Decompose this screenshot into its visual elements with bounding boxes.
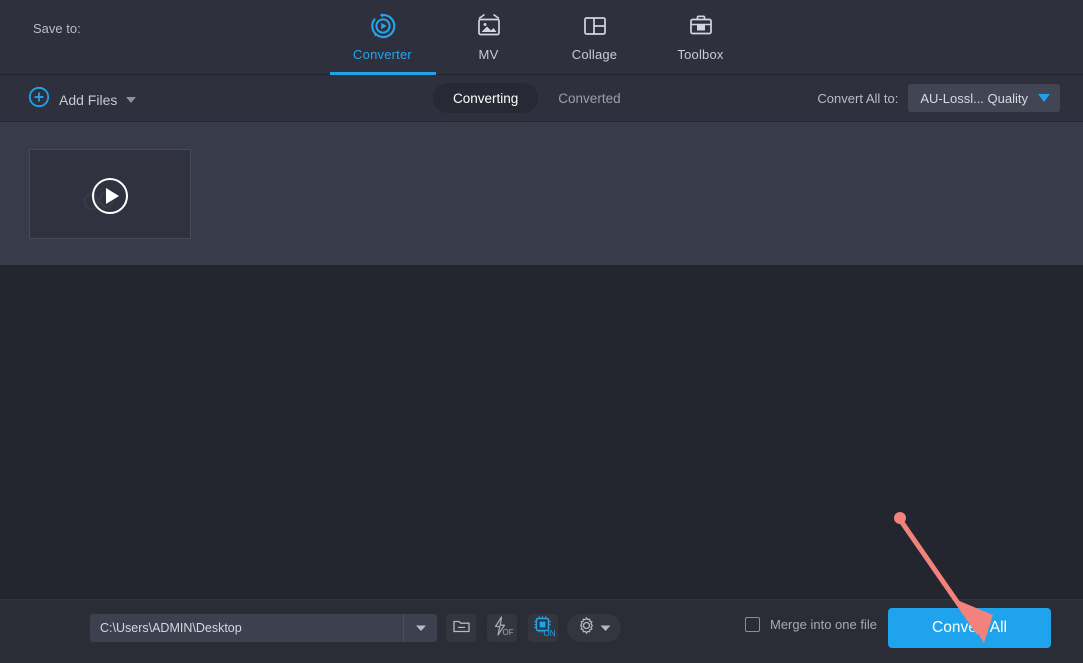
play-triangle-icon [105,188,119,204]
nav-items: Converter MV Collage Toolbox [0,0,1083,75]
save-path-input[interactable] [90,621,403,635]
status-tabs: Converting Converted [433,83,641,113]
chevron-down-icon[interactable] [126,96,137,103]
file-item-card: ∞ Source: sample3.au i AU | 00:01:45 | [0,122,1083,364]
add-files-label: Add Files [59,91,118,108]
convert-all-button[interactable]: Convert All [888,608,1051,648]
action-toolbar: Add Files Converting Converted Convert A… [0,75,1083,122]
cpu-chip-on-icon: ON [531,615,556,642]
quality-format-dropdown[interactable]: AU-Lossl... Quality [908,84,1060,112]
merge-checkbox[interactable] [745,617,760,632]
save-path-dropdown[interactable] [403,614,437,642]
gear-icon [577,616,596,640]
mv-image-icon [474,10,504,42]
open-folder-button[interactable] [446,614,476,642]
nav-tab-collage[interactable]: Collage [542,0,648,75]
settings-button[interactable] [567,614,621,642]
gpu-acceleration-toggle-on[interactable]: ON [528,614,558,642]
convert-all-to-label: Convert All to: [817,90,899,106]
plus-circle-icon [28,86,50,113]
merge-label: Merge into one file [770,617,877,632]
tab-converted[interactable]: Converted [538,83,640,113]
app-window: Converter MV Collage Toolbox Add Files C… [0,0,1083,663]
quality-format-value: AU-Lossl... Quality [920,90,1028,106]
collage-grid-icon [580,10,610,42]
nav-tab-toolbox[interactable]: Toolbox [648,0,754,75]
tab-converted-label: Converted [558,90,621,106]
lightning-off-icon: OFF [490,615,519,642]
tab-converting-label: Converting [453,90,519,106]
nav-tab-mv-label: MV [478,47,499,62]
hw-on-text: ON [544,629,556,637]
merge-into-one-file-option[interactable]: Merge into one file [745,617,877,632]
nav-tab-converter-label: Converter [353,47,412,62]
nav-tab-mv[interactable]: MV [436,0,542,75]
file-list-empty-area [0,265,1083,599]
nav-tab-converter[interactable]: Converter [329,0,436,75]
top-navigation-bar: Converter MV Collage Toolbox [0,0,1083,75]
toolbox-briefcase-icon [686,10,716,42]
converter-icon [368,10,398,42]
tab-converting[interactable]: Converting [433,83,539,113]
convert-all-to-group: Convert All to: AU-Lossl... Quality [817,84,1060,112]
add-files-button[interactable]: Add Files [28,86,137,113]
nav-tab-collage-label: Collage [571,47,618,62]
play-button[interactable] [92,178,128,214]
nav-tab-toolbox-label: Toolbox [677,47,724,62]
folder-icon [452,617,471,640]
chevron-down-icon [600,619,611,637]
save-path-field[interactable] [90,614,437,642]
video-thumbnail[interactable]: ∞ [29,149,191,239]
high-speed-toggle-off[interactable]: OFF [487,614,519,642]
chevron-down-icon [1038,94,1050,102]
save-to-label: Save to: [33,21,81,36]
hw-off-text: OFF [503,628,515,637]
